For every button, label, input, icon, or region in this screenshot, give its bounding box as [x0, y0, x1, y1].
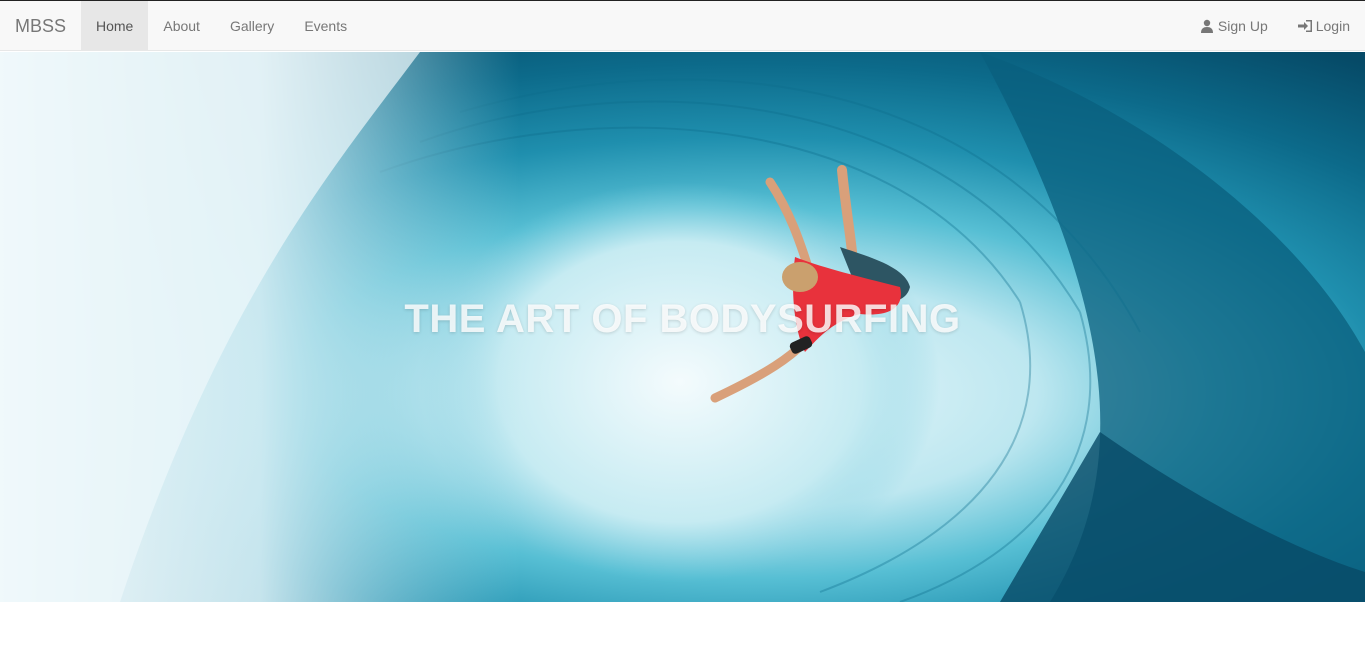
nav-item-about[interactable]: About — [148, 1, 215, 51]
hero-title: THE ART OF BODYSURFING — [404, 297, 961, 341]
login-icon — [1297, 19, 1312, 33]
login-label: Login — [1315, 18, 1350, 34]
sign-up-label: Sign Up — [1217, 18, 1268, 34]
nav-right-menu: Sign Up Login — [1185, 1, 1365, 51]
nav-item-gallery[interactable]: Gallery — [215, 1, 289, 51]
sign-up-link[interactable]: Sign Up — [1185, 1, 1283, 51]
navbar: MBSS Home About Gallery Events Sign Up L… — [0, 1, 1365, 51]
brand-logo[interactable]: MBSS — [15, 1, 66, 51]
login-link[interactable]: Login — [1283, 1, 1365, 51]
hero-banner: THE ART OF BODYSURFING — [0, 52, 1365, 602]
nav-menu: Home About Gallery Events — [81, 1, 362, 51]
user-icon — [1200, 19, 1214, 33]
nav-item-home[interactable]: Home — [81, 1, 149, 51]
nav-item-events[interactable]: Events — [289, 1, 362, 51]
